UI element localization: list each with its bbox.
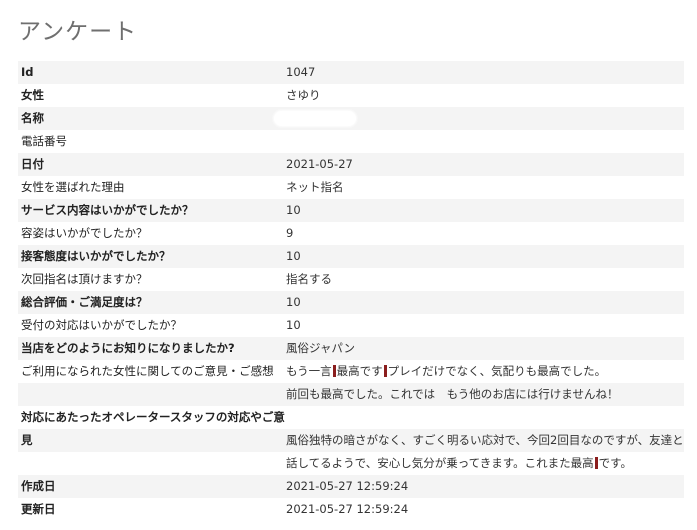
red-marker: [332, 365, 336, 377]
operator-value-line2: 話してるようで、安心し気分が乗ってきます。これまた最高 です。: [283, 452, 684, 475]
row-updated: 更新日 2021-05-27 12:59:24: [18, 498, 684, 521]
opinion-label-spacer: [18, 383, 283, 406]
survey-details-table: Id 1047 女性 さゆり 名称 電話番号 日付 2021-05-27 女性を…: [18, 61, 684, 521]
row-reason: 女性を選ばれた理由 ネット指名: [18, 176, 684, 199]
reception-value: 10: [283, 314, 684, 337]
operator-label-line1: 対応にあたったオペレータースタッフの対応やご意: [18, 406, 285, 429]
opinion-text-part3: プレイだけでなく、気配りも最高でした。: [387, 364, 607, 378]
next-nomination-value: 指名する: [283, 268, 684, 291]
opinion-text-part2: 最高です: [336, 364, 383, 378]
overall-value: 10: [283, 291, 684, 314]
page-title: アンケート: [18, 19, 138, 45]
appearance-value: 9: [283, 222, 684, 245]
created-value: 2021-05-27 12:59:24: [283, 475, 684, 498]
red-marker: [594, 457, 598, 469]
row-overall: 総合評価・ご満足度は？ 10: [18, 291, 684, 314]
row-next-nomination: 次回指名は頂けますか？ 指名する: [18, 268, 684, 291]
attitude-label: 接客態度はいかがでしたか？: [18, 245, 283, 268]
operator-label-line2: 見: [18, 429, 283, 452]
row-service: サービス内容はいかがでしたか？ 10: [18, 199, 684, 222]
attitude-value: 10: [283, 245, 684, 268]
service-value: 10: [283, 199, 684, 222]
reason-label: 女性を選ばれた理由: [18, 176, 283, 199]
opinion-value-line2: 前回も最高でした。これでは もう他のお店には行けませんね！: [283, 383, 684, 406]
row-id: Id 1047: [18, 61, 684, 84]
row-operator: 対応にあたったオペレータースタッフの対応やご意: [18, 406, 684, 429]
row-opinion: ご利用になられた女性に関してのご意見・ご感想 もう一言 最高です プレイだけでなく、…: [18, 360, 684, 383]
service-label: サービス内容はいかがでしたか？: [18, 199, 283, 222]
phone-value: [283, 130, 684, 153]
redaction-mask: [274, 111, 356, 126]
woman-label: 女性: [18, 84, 283, 107]
date-label: 日付: [18, 153, 283, 176]
operator-value-line1: 風俗独特の暗さがなく、すごく明るい応対で、今回2回目なのですが、友達と: [283, 429, 684, 452]
row-phone: 電話番号: [18, 130, 684, 153]
overall-label: 総合評価・ご満足度は？: [18, 291, 283, 314]
row-name: 名称: [18, 107, 684, 130]
created-label: 作成日: [18, 475, 283, 498]
appearance-label: 容姿はいかがでしたか？: [18, 222, 283, 245]
row-woman: 女性 さゆり: [18, 84, 684, 107]
row-opinion-continued: 前回も最高でした。これでは もう他のお店には行けませんね！: [18, 383, 684, 406]
operator-text-part2: です。: [598, 456, 632, 470]
operator-value-spacer: [283, 406, 684, 429]
row-operator-continued: 見 風俗独特の暗さがなく、すごく明るい応対で、今回2回目なのですが、友達と: [18, 429, 684, 452]
name-value: [274, 107, 684, 130]
opinion-text-part1: もう一言: [286, 364, 332, 378]
source-value: 風俗ジャパン: [283, 337, 684, 360]
row-created: 作成日 2021-05-27 12:59:24: [18, 475, 684, 498]
operator-label-spacer: [18, 452, 283, 475]
reception-label: 受付の対応はいかがでしたか？: [18, 314, 283, 337]
operator-text-part1: 話してるようで、安心し気分が乗ってきます。これまた最高: [286, 456, 594, 470]
row-date: 日付 2021-05-27: [18, 153, 684, 176]
opinion-label: ご利用になられた女性に関してのご意見・ご感想: [18, 360, 283, 383]
opinion-value-line1: もう一言 最高です プレイだけでなく、気配りも最高でした。: [283, 360, 684, 383]
row-attitude: 接客態度はいかがでしたか？ 10: [18, 245, 684, 268]
source-label: 当店をどのようにお知りになりましたか?: [18, 337, 283, 360]
reason-value: ネット指名: [283, 176, 684, 199]
red-marker: [383, 365, 387, 377]
updated-label: 更新日: [18, 498, 283, 521]
date-value: 2021-05-27: [283, 153, 684, 176]
updated-value: 2021-05-27 12:59:24: [283, 498, 684, 521]
next-nomination-label: 次回指名は頂けますか？: [18, 268, 283, 291]
name-label: 名称: [18, 107, 283, 130]
id-label: Id: [18, 61, 283, 84]
woman-value: さゆり: [283, 84, 684, 107]
id-value: 1047: [283, 61, 684, 84]
row-appearance: 容姿はいかがでしたか？ 9: [18, 222, 684, 245]
row-operator-continued-2: 話してるようで、安心し気分が乗ってきます。これまた最高 です。: [18, 452, 684, 475]
row-reception: 受付の対応はいかがでしたか？ 10: [18, 314, 684, 337]
row-source: 当店をどのようにお知りになりましたか? 風俗ジャパン: [18, 337, 684, 360]
phone-label: 電話番号: [18, 130, 283, 153]
